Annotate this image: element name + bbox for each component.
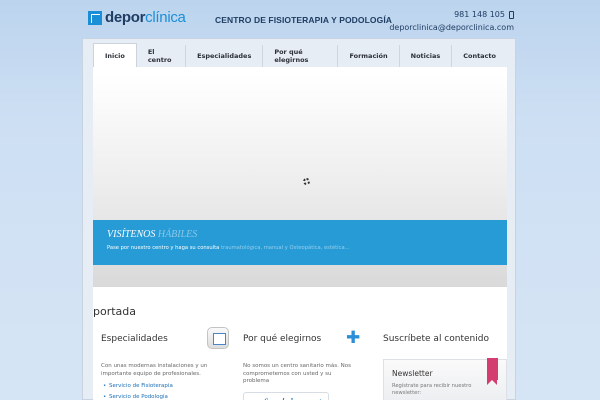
phone-number: 981 148 105 — [454, 10, 514, 19]
caption-title: VISÍTENOS HÁBILES — [107, 229, 197, 240]
slider-caption: VISÍTENOS HÁBILES Pase por nuestro centr… — [93, 220, 507, 265]
col-text: Con unas modernas instalaciones y un imp… — [101, 363, 208, 377]
bookmark-ribbon-icon — [487, 358, 498, 385]
tab-el-centro[interactable]: El centro — [137, 45, 187, 67]
medical-star-icon — [343, 327, 365, 349]
col-title: Suscríbete al contenido — [383, 334, 489, 344]
logo[interactable]: deporclínica — [88, 9, 186, 26]
col-text: No somos un centro sanitario más. Nos co… — [243, 363, 351, 384]
tab-formacion[interactable]: Formación — [338, 45, 400, 67]
tab-por-que-elegirnos[interactable]: Por qué elegirnos — [263, 45, 339, 67]
logo-text-a: depor — [105, 9, 146, 26]
main-frame: Inicio El centro Especialidades Por qué … — [82, 38, 516, 400]
caption-sub-ghost: traumatológica, manual y Osteopática, es… — [220, 245, 350, 251]
email-link[interactable]: deporclinica@deporclinica.com — [389, 23, 514, 32]
calendar-icon — [207, 327, 229, 349]
tab-inicio[interactable]: Inicio — [93, 43, 137, 67]
tab-contacto[interactable]: Contacto — [452, 45, 507, 67]
newsletter-text: Regístrate para recibir nuestro newslett… — [392, 383, 472, 396]
newsletter-box: Newsletter Regístrate para recibir nuest… — [383, 358, 507, 400]
caption-title-ghost: HÁBILES — [157, 229, 198, 240]
tagline: CENTRO DE FISIOTERAPIA Y PODOLOGÍA — [215, 15, 393, 25]
phone-text: 981 148 105 — [454, 10, 505, 19]
service-list: Servicio de Fisioterapia Servicio de Pod… — [101, 381, 229, 400]
section-title: portada — [93, 305, 137, 318]
phone-icon — [509, 10, 514, 19]
newsletter-title: Newsletter — [392, 369, 433, 378]
logo-mark-icon — [88, 10, 102, 25]
main-nav: Inicio El centro Especialidades Por qué … — [93, 43, 507, 67]
image-slider[interactable]: VISÍTENOS HÁBILES Pase por nuestro centr… — [93, 75, 507, 287]
logo-text-b: clínica — [145, 9, 186, 26]
caption-sub-text: Pase por nuestro centro y haga su consul… — [107, 245, 220, 251]
col-especialidades: Especialidades Con unas modernas instala… — [101, 325, 229, 400]
caption-subtitle: Pase por nuestro centro y haga su consul… — [107, 245, 350, 251]
tab-noticias[interactable]: Noticias — [400, 45, 453, 67]
link-podologia[interactable]: Servicio de Podología — [101, 392, 229, 400]
logo-text: deporclínica — [105, 9, 186, 26]
link-fisioterapia[interactable]: Servicio de Fisioterapia — [101, 381, 229, 392]
col-suscribete: Suscríbete al contenido Newsletter Regís… — [383, 325, 511, 400]
col-por-que-elegirnos: Por qué elegirnos No somos un centro san… — [243, 325, 371, 400]
quote-box: Su salud es nuestra — [243, 391, 329, 400]
content-area: VISÍTENOS HÁBILES Pase por nuestro centr… — [93, 67, 507, 400]
loading-spinner-icon — [303, 178, 310, 185]
tab-especialidades[interactable]: Especialidades — [186, 45, 264, 67]
caption-title-text: VISÍTENOS — [107, 229, 156, 240]
